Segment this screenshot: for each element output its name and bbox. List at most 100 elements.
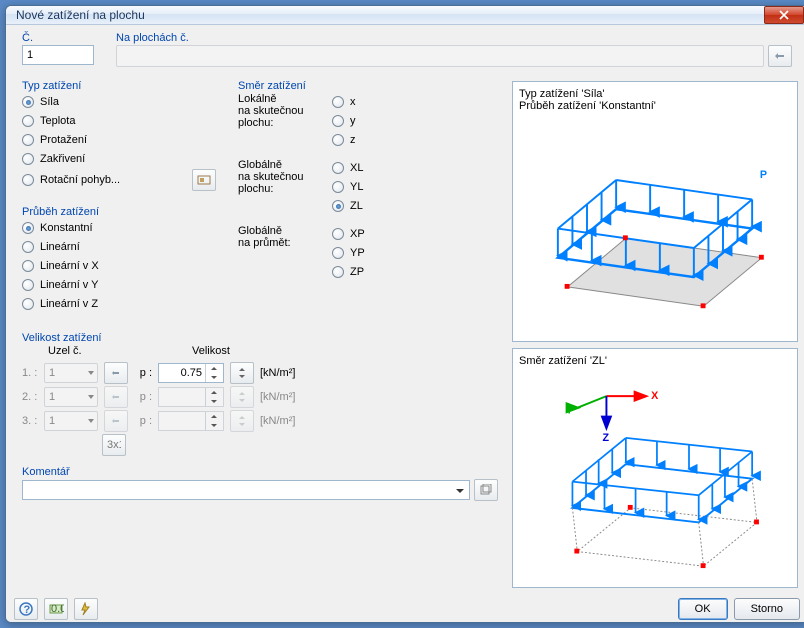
ok-button[interactable]: OK: [678, 598, 728, 620]
dir-global1-label1: Globálně: [238, 159, 324, 171]
dir-option-zp[interactable]: ZP: [332, 263, 365, 281]
preview2-line1: Směr zatížení 'ZL': [519, 355, 791, 367]
node-combo-2: 1: [44, 387, 98, 407]
comment-group: Komentář: [14, 467, 506, 515]
units-button[interactable]: 0.00: [44, 598, 68, 620]
node-combo-1: 1: [44, 363, 98, 383]
dir-option-zl[interactable]: ZL: [332, 197, 363, 215]
type-option-temperature[interactable]: Teplota: [22, 112, 216, 130]
pick-node-1-btn[interactable]: [104, 362, 128, 384]
radio-icon: [22, 96, 34, 108]
radio-icon: [332, 181, 344, 193]
type-option-rotation[interactable]: Rotační pohyb...: [22, 171, 192, 189]
svg-text:0.00: 0.00: [51, 603, 64, 615]
pick-icon: [773, 49, 787, 63]
stepper-icon: [237, 415, 247, 427]
load-type-title: Typ zatížení: [20, 80, 83, 92]
surfaces-input[interactable]: [116, 45, 764, 67]
dir-option-yl[interactable]: YL: [332, 178, 363, 196]
course-option-constant[interactable]: Konstantní: [22, 219, 216, 237]
radio-icon: [22, 174, 34, 186]
dir-option-x[interactable]: x: [332, 93, 356, 111]
radio-icon: [332, 115, 344, 127]
dir-global2-label2: na průmět:: [238, 237, 324, 249]
load-direction-group: Směr zatížení Lokálně na skutečnou ploch…: [230, 81, 506, 329]
help-button[interactable]: ?: [14, 598, 38, 620]
magnitude-extra-btn[interactable]: 3x1: [102, 434, 126, 456]
lightning-icon: [79, 602, 93, 616]
dir-option-yp[interactable]: YP: [332, 244, 365, 262]
comment-library-btn[interactable]: [474, 479, 498, 501]
load-course-title: Průběh zatížení: [20, 206, 101, 218]
calc-button[interactable]: [74, 598, 98, 620]
p-value-1[interactable]: [158, 363, 224, 383]
radio-icon: [22, 298, 34, 310]
number-input[interactable]: [22, 45, 94, 65]
comment-title: Komentář: [20, 466, 72, 478]
course-option-linear-x[interactable]: Lineární v X: [22, 257, 216, 275]
number-group: Č.: [14, 33, 102, 75]
type-dir-row: Typ zatížení Síla Teplota Protažení Zakř…: [14, 81, 506, 329]
spin-down-icon: [206, 397, 221, 406]
type-details-button[interactable]: [192, 169, 216, 191]
details-icon: [197, 174, 211, 186]
type-option-curvature[interactable]: Zakřivení: [22, 150, 216, 168]
radio-icon: [332, 266, 344, 278]
radio-icon: [332, 96, 344, 108]
preview1-line1: Typ zatížení 'Síla': [519, 88, 791, 100]
stepper-icon: [237, 391, 247, 403]
stepper-icon: [237, 367, 247, 379]
close-icon: [779, 10, 789, 20]
radio-icon: [332, 134, 344, 146]
pick-icon: [110, 367, 122, 379]
close-button[interactable]: [764, 6, 804, 24]
units-icon: 0.00: [48, 602, 64, 616]
radio-icon: [332, 200, 344, 212]
radio-icon: [22, 222, 34, 234]
left-column: Typ zatížení Síla Teplota Protažení Zakř…: [14, 81, 506, 588]
svg-text:Y: Y: [566, 405, 573, 417]
magnitude-row-2: 2. : 1 p : [kN/m²]: [22, 385, 498, 409]
spin-down-icon[interactable]: [206, 373, 221, 382]
load-direction-title: Směr zatížení: [236, 80, 308, 92]
course-option-linear-z[interactable]: Lineární v Z: [22, 295, 216, 313]
pick-icon: [110, 415, 122, 427]
radio-icon: [22, 279, 34, 291]
spin-up-icon: [206, 388, 221, 397]
dir-option-z[interactable]: z: [332, 131, 356, 149]
right-column: Typ zatížení 'Síla' Průběh zatížení 'Kon…: [512, 81, 798, 588]
spin-down-icon: [206, 421, 221, 430]
preview1-diagram: P: [519, 112, 791, 335]
header-row: Č. Na plochách č.: [14, 33, 800, 75]
dir-option-xl[interactable]: XL: [332, 159, 363, 177]
pick-surfaces-button[interactable]: [768, 45, 792, 67]
dialog-window: Nové zatížení na plochu Č. Na plochách č…: [5, 5, 804, 623]
radio-icon: [22, 115, 34, 127]
magnitude-header: Velikost: [192, 345, 230, 357]
load-course-group: Průběh zatížení Konstantní Lineární Line…: [14, 207, 224, 329]
radio-icon: [332, 228, 344, 240]
dir-option-y[interactable]: y: [332, 112, 356, 130]
p-value-2-stepper: [230, 386, 254, 408]
p-value-1-stepper[interactable]: [230, 362, 254, 384]
titlebar: Nové zatížení na plochu: [6, 6, 804, 25]
type-option-strain[interactable]: Protažení: [22, 131, 216, 149]
type-option-force[interactable]: Síla: [22, 93, 216, 111]
preview-bottom: Směr zatížení 'ZL' X Y Z: [512, 348, 798, 588]
equation-icon: 3x1: [107, 439, 121, 451]
surfaces-group: Na plochách č.: [108, 33, 800, 75]
course-option-linear-y[interactable]: Lineární v Y: [22, 276, 216, 294]
dir-local-label2: na skutečnou plochu:: [238, 105, 324, 129]
course-option-linear[interactable]: Lineární: [22, 238, 216, 256]
cancel-button[interactable]: Storno: [734, 598, 800, 620]
help-icon: ?: [19, 602, 33, 616]
dir-option-xp[interactable]: XP: [332, 225, 365, 243]
p-value-2: [158, 387, 224, 407]
dir-local-label1: Lokálně: [238, 93, 324, 105]
svg-text:Z: Z: [603, 432, 610, 444]
radio-icon: [22, 134, 34, 146]
radio-icon: [332, 162, 344, 174]
spin-up-icon[interactable]: [206, 364, 221, 373]
node-combo-3: 1: [44, 411, 98, 431]
comment-combo[interactable]: [22, 480, 470, 500]
